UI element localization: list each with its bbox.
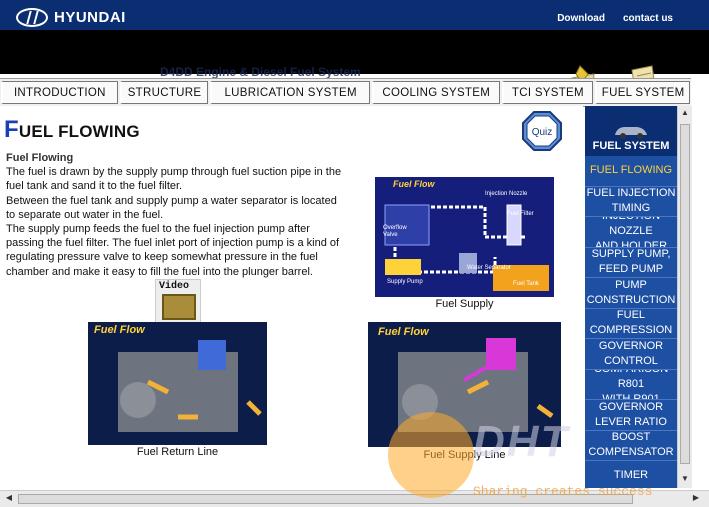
- tab-tci-system[interactable]: TCI SYSTEM: [501, 81, 594, 104]
- caption-fuel-return-line: Fuel Return Line: [136, 446, 219, 458]
- brand-logo[interactable]: HYUNDAI: [16, 8, 126, 27]
- contact-us-link[interactable]: contact us: [623, 13, 673, 24]
- scroll-up-icon[interactable]: ▲: [680, 108, 690, 118]
- caption-fuel-supply-line: Fuel Supply Line: [423, 449, 506, 461]
- sidebar-item-supply-pump[interactable]: SUPPLY PUMP, FEED PUMP: [585, 248, 677, 278]
- fuel-supply-diagram[interactable]: Fuel Flow Injection Nozzle Fuel Filter O…: [375, 177, 554, 297]
- label-injection-nozzle: Injection Nozzle: [485, 191, 528, 197]
- figure-title: Fuel Flow: [378, 326, 429, 338]
- brand-name: HYUNDAI: [54, 9, 126, 26]
- tab-cooling-system[interactable]: COOLING SYSTEM: [371, 81, 500, 104]
- scroll-right-icon[interactable]: ▶: [690, 493, 702, 502]
- download-link[interactable]: Download: [557, 13, 605, 24]
- page-title: FUEL FLOWING: [4, 116, 140, 144]
- sidebar-item-fuel-compression[interactable]: FUEL COMPRESSION: [585, 309, 677, 339]
- horizontal-scroll-thumb[interactable]: [18, 494, 633, 504]
- page-title-rest: UEL FLOWING: [18, 122, 140, 141]
- page-title-initial: F: [4, 116, 19, 143]
- header-subtitle: D4DD Engine & Diesel Fuel System: [160, 65, 361, 79]
- label-fuel-tank: Fuel Tank: [513, 281, 539, 287]
- video-button[interactable]: Video: [155, 279, 201, 325]
- engine-photo-return: [88, 322, 267, 445]
- sidebar-header: FUEL SYSTEM: [585, 106, 677, 156]
- label-overflow-valve: Overflow Valve: [383, 225, 407, 238]
- tab-fuel-system[interactable]: FUEL SYSTEM: [595, 81, 690, 104]
- sidebar-item-comparison[interactable]: COMPARISON R801 WITH R901: [585, 370, 677, 400]
- sidebar-item-timer[interactable]: TIMER: [585, 461, 677, 488]
- tv-icon: [162, 294, 196, 320]
- tab-introduction[interactable]: INTRODUCTION: [1, 81, 118, 104]
- scroll-left-icon[interactable]: ◀: [3, 493, 15, 502]
- fuel-supply-line-photo[interactable]: Fuel Flow: [368, 322, 561, 447]
- sidebar-item-boost-compensator[interactable]: BOOST COMPENSATOR: [585, 431, 677, 461]
- car-icon: [615, 127, 647, 139]
- label-fuel-filter: Fuel Filter: [507, 211, 534, 217]
- quiz-label: Quiz: [532, 127, 553, 138]
- main-nav: INTRODUCTION STRUCTURE LUBRICATION SYSTE…: [0, 78, 691, 107]
- sidebar-title: FUEL SYSTEM: [592, 140, 670, 152]
- horizontal-scrollbar[interactable]: ◀ ▶: [0, 490, 709, 507]
- quiz-button[interactable]: Quiz: [522, 111, 562, 151]
- figure-title: Fuel Flow: [393, 179, 435, 189]
- vertical-scrollbar[interactable]: ▲ ▼: [677, 106, 692, 488]
- header-band: D4DD Engine & Diesel Fuel System: [0, 30, 709, 99]
- section-heading: Fuel Flowing: [6, 152, 74, 164]
- tab-structure[interactable]: STRUCTURE: [119, 81, 209, 104]
- content-area: FUEL FLOWING Quiz Fuel Flowing The fuel …: [0, 106, 583, 488]
- scroll-down-icon[interactable]: ▼: [680, 474, 690, 484]
- tab-lubrication-system[interactable]: LUBRICATION SYSTEM: [210, 81, 370, 104]
- sidebar-item-fuel-flowing[interactable]: FUEL FLOWING: [585, 156, 677, 187]
- sidebar-item-governor-control[interactable]: GOVERNOR CONTROL: [585, 339, 677, 370]
- label-supply-pump: Supply Pump: [387, 279, 423, 285]
- sidebar-item-pump-construction[interactable]: PUMP CONSTRUCTION: [585, 278, 677, 309]
- sidebar-item-injection-nozzle[interactable]: INJECTION NOZZLE AND HOLDER: [585, 217, 677, 248]
- engine-photo-supply: [368, 322, 561, 447]
- article-body: Fuel Flowing The fuel is drawn by the su…: [6, 151, 346, 279]
- vertical-scroll-thumb[interactable]: [680, 124, 690, 464]
- top-header: HYUNDAI Download contact us: [0, 0, 709, 30]
- label-water-separator: Water Separator: [467, 265, 511, 271]
- article-paragraph: The fuel is drawn by the supply pump thr…: [6, 166, 342, 278]
- sidebar-item-fuel-injection-timing[interactable]: FUEL INJECTION TIMING: [585, 187, 677, 217]
- video-label: Video: [159, 281, 190, 292]
- fuel-system-sidebar: FUEL SYSTEM FUEL FLOWING FUEL INJECTION …: [585, 106, 677, 488]
- hyundai-logo-icon: [16, 8, 48, 27]
- caption-fuel-supply: Fuel Supply: [435, 298, 494, 310]
- sidebar-item-governor-lever-ratio[interactable]: GOVERNOR LEVER RATIO: [585, 400, 677, 431]
- figure-title: Fuel Flow: [94, 324, 145, 336]
- fuel-return-photo[interactable]: Fuel Flow: [88, 322, 267, 445]
